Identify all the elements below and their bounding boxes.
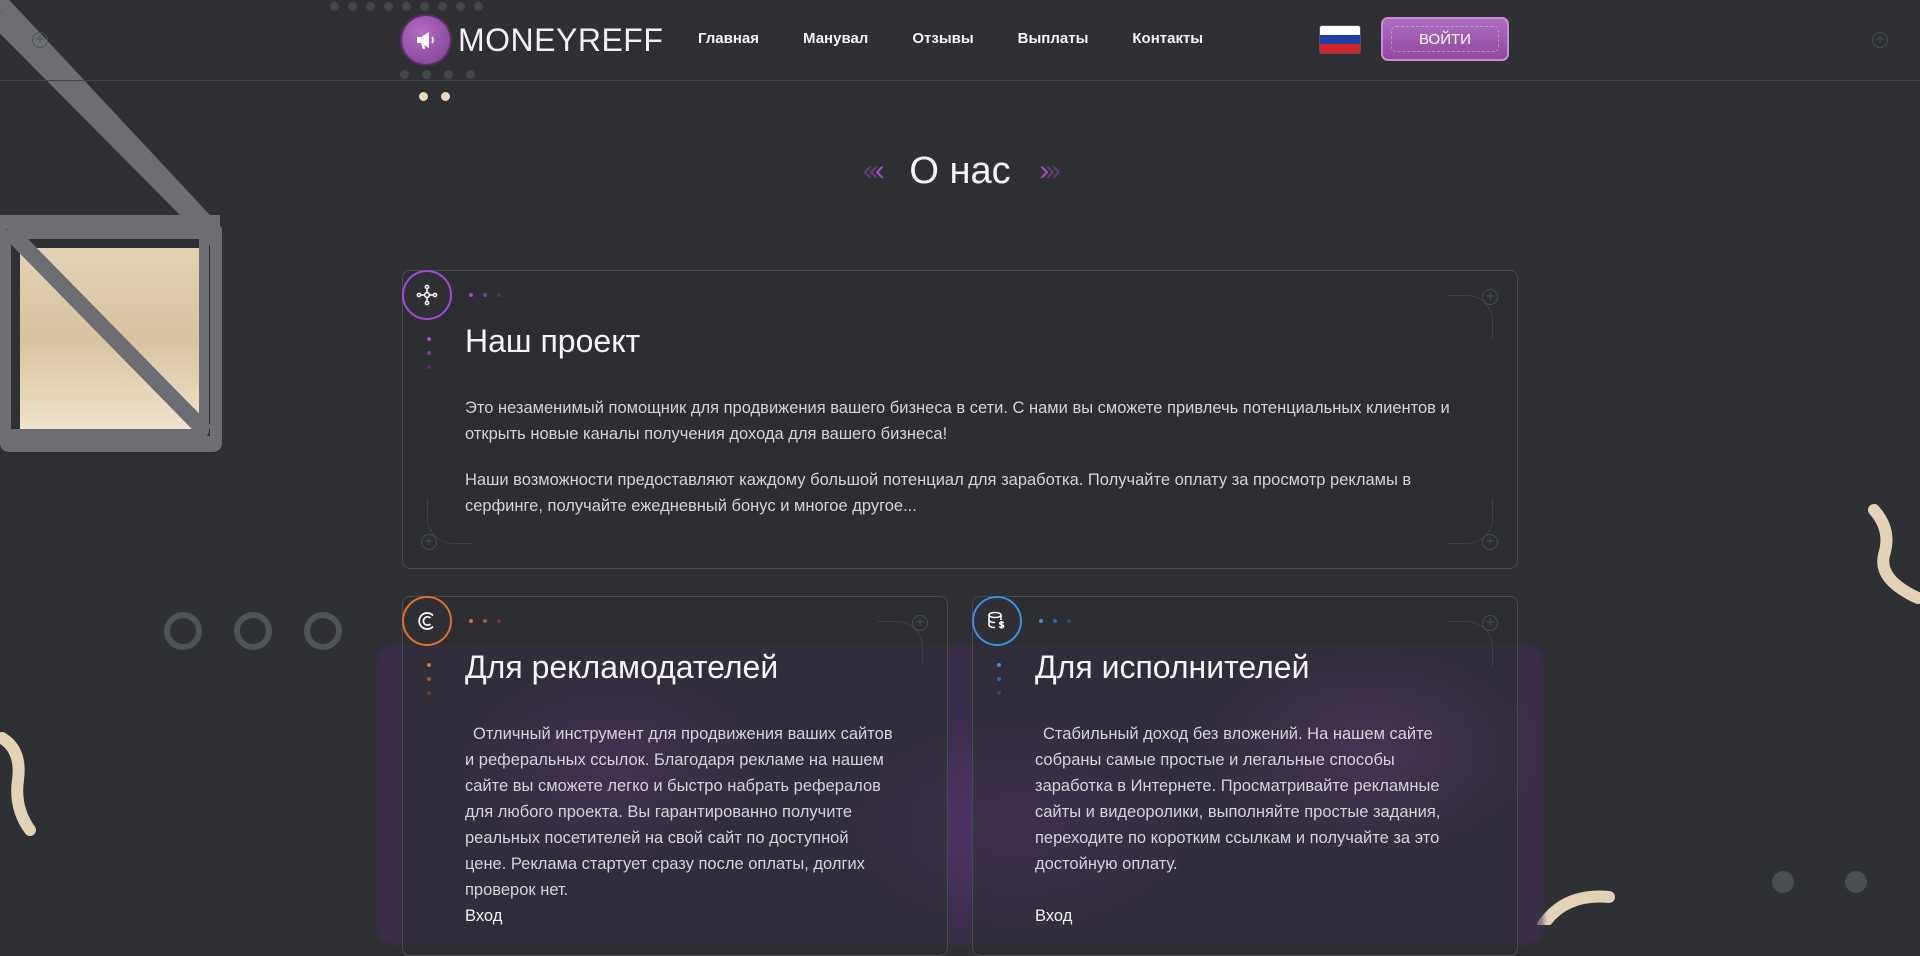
section-heading: ‹‹‹ О нас ›››	[0, 150, 1920, 193]
database-dollar-icon	[972, 596, 1022, 646]
plus-icon: +	[421, 534, 437, 550]
nav-home[interactable]: Главная	[698, 30, 759, 47]
nav-payouts[interactable]: Выплаты	[1018, 30, 1089, 47]
logo[interactable]: MONEYREFF	[402, 16, 663, 64]
main-nav: Главная Манувал Отзывы Выплаты Контакты	[698, 30, 1203, 47]
nav-contacts[interactable]: Контакты	[1132, 30, 1203, 47]
card-title: Для исполнителей	[1035, 649, 1310, 685]
squiggle-icon	[0, 732, 36, 836]
card-our-project: + + + Наш проект Это незаменимый помощни…	[402, 270, 1518, 569]
language-flag-icon[interactable]	[1320, 26, 1360, 53]
card-paragraph: Это незаменимый помощник для продвижения…	[465, 399, 1450, 443]
plus-icon: +	[1482, 289, 1498, 305]
login-button[interactable]: ВОЙТИ	[1381, 17, 1509, 61]
card-paragraph: Отличный инструмент для продвижения ваши…	[465, 725, 893, 899]
network-icon	[402, 270, 452, 320]
section-title: О нас	[909, 150, 1011, 192]
card-title: Наш проект	[465, 323, 641, 359]
plus-icon: +	[1482, 534, 1498, 550]
nav-reviews[interactable]: Отзывы	[912, 30, 973, 47]
plus-icon: +	[912, 615, 928, 631]
chevrons-right-icon: ›››	[1039, 154, 1061, 187]
squiggle-icon	[1537, 890, 1615, 925]
megaphone-icon	[402, 16, 450, 64]
performers-login-link[interactable]: Вход	[1035, 907, 1072, 926]
card-title: Для рекламодателей	[465, 649, 779, 685]
card-paragraph: Наши возможности предоставляют каждому б…	[465, 471, 1412, 515]
logo-text: MONEYREFF	[458, 21, 664, 58]
chevrons-left-icon: ‹‹‹	[862, 154, 885, 187]
login-button-label: ВОЙТИ	[1419, 30, 1471, 48]
card-advertisers: + Для рекламодателей Отличный инструмент…	[402, 596, 948, 956]
top-header: MONEYREFF Главная Манувал Отзывы Выплаты…	[0, 0, 1920, 81]
advertisers-login-link[interactable]: Вход	[465, 907, 502, 926]
card-performers: + Для исполнителей Стабильный доход без …	[972, 596, 1518, 956]
credit-icon	[402, 596, 452, 646]
squiggle-icon	[1868, 504, 1920, 604]
card-paragraph: Стабильный доход без вложений. На нашем …	[1035, 725, 1441, 873]
plus-icon: +	[1482, 615, 1498, 631]
nav-manual[interactable]: Манувал	[803, 30, 868, 47]
